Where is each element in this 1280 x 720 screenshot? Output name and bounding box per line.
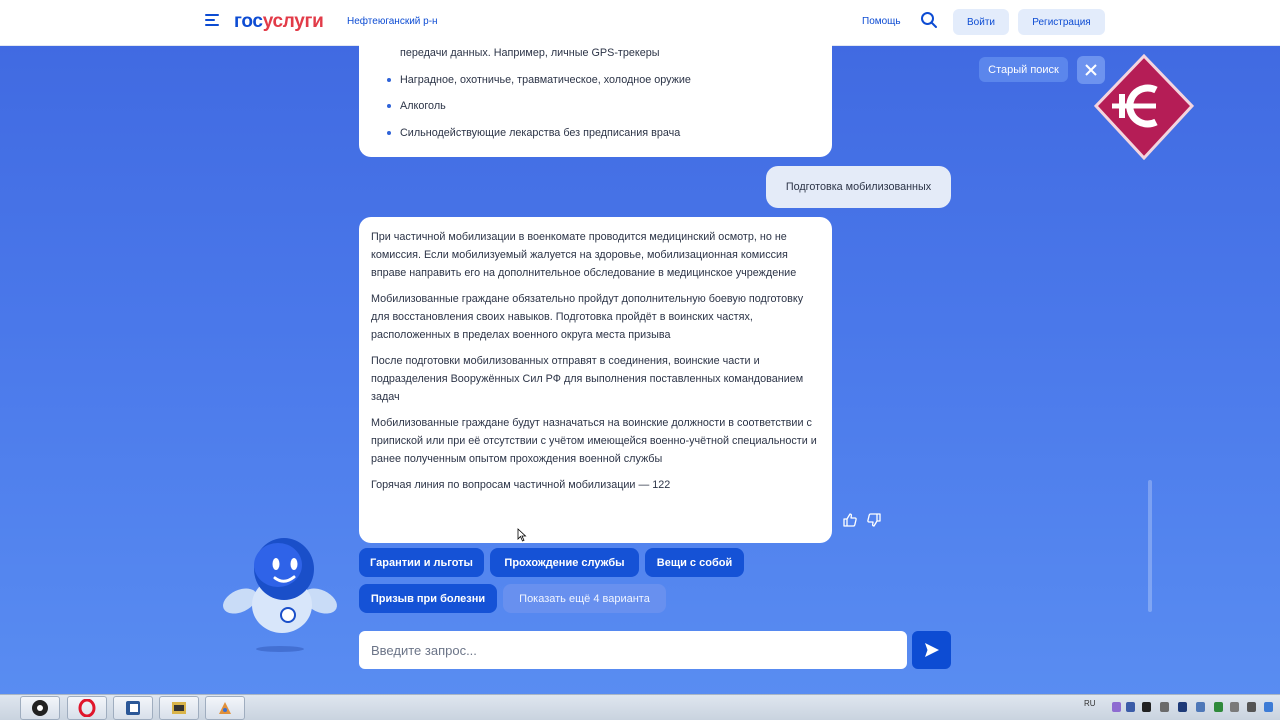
message-paragraph: Мобилизованные граждане будут назначатьс… [371,417,817,465]
hotline-text: Горячая линия по вопросам частичной моби… [371,479,671,491]
region-selector[interactable]: Нефтеюганский р-н [347,16,438,27]
obs-taskbar-icon[interactable] [20,696,60,720]
list-item: Алкоголь [373,97,813,115]
help-link[interactable]: Помощь [862,16,901,27]
tray-icon[interactable] [1178,702,1187,712]
word-taskbar-icon[interactable] [113,696,153,720]
query-input[interactable] [359,631,907,669]
list-item: передачи данных. Например, личные GPS-тр… [400,47,660,59]
suggestion-chip[interactable]: Призыв при болезни [359,584,497,613]
opera-taskbar-icon[interactable] [67,696,107,720]
suggestion-chip[interactable]: Прохождение службы [490,548,639,577]
send-button[interactable] [912,631,951,669]
assistant-robot-avatar [218,535,342,657]
language-indicator[interactable]: RU [1084,699,1096,708]
windows-taskbar: RU [0,694,1280,720]
user-message-text: Подготовка мобилизованных [785,181,932,193]
chat-scrollbar[interactable] [1148,480,1152,612]
network-icon[interactable] [1264,702,1273,712]
message-paragraph: При частичной мобилизации в военкомате п… [371,231,797,279]
user-message: Подготовка мобилизованных [766,166,951,208]
mouse-cursor-icon [517,528,527,542]
thumbs-up-icon[interactable] [842,512,860,530]
message-paragraph: Мобилизованные граждане обязательно прой… [371,293,804,341]
menu-icon[interactable] [205,14,221,28]
tray-icon[interactable] [1196,702,1205,712]
old-search-button[interactable]: Старый поиск [979,57,1068,82]
media-taskbar-icon[interactable] [159,696,199,720]
thumbs-down-icon[interactable] [866,512,884,530]
suggestion-chip[interactable]: Вещи с собой [645,548,744,577]
app-taskbar-icon[interactable] [205,696,245,720]
send-icon [924,643,939,657]
register-button[interactable]: Регистрация [1018,9,1105,35]
bluetooth-icon[interactable] [1126,702,1135,712]
tray-icon[interactable] [1112,702,1121,712]
obs-tray-icon[interactable] [1142,702,1151,712]
logo-part-2: услуги [262,11,324,32]
suggestion-chip[interactable]: Гарантии и льготы [359,548,484,577]
search-icon[interactable] [920,11,938,29]
list-item: Наградное, охотничье, травматическое, хо… [373,71,813,89]
list-item: Сильнодействующие лекарства без предписа… [373,124,813,142]
channel-watermark-logo [1093,53,1195,161]
show-more-chip[interactable]: Показать ещё 4 варианта [503,584,666,613]
tray-icon[interactable] [1230,702,1239,712]
bullet-list: передачи данных. Например, личные GPS-тр… [373,44,813,150]
logo-part-1: гос [234,11,263,32]
tray-icon[interactable] [1214,702,1223,712]
tray-icon[interactable] [1160,702,1169,712]
volume-icon[interactable] [1247,702,1256,712]
gosuslugi-logo[interactable]: госуслуги [234,11,324,33]
bot-message: При частичной мобилизации в военкомате п… [359,217,832,543]
bot-message: передачи данных. Например, личные GPS-тр… [359,30,832,157]
message-paragraph: После подготовки мобилизованных отправят… [371,355,804,403]
login-button[interactable]: Войти [953,9,1009,35]
